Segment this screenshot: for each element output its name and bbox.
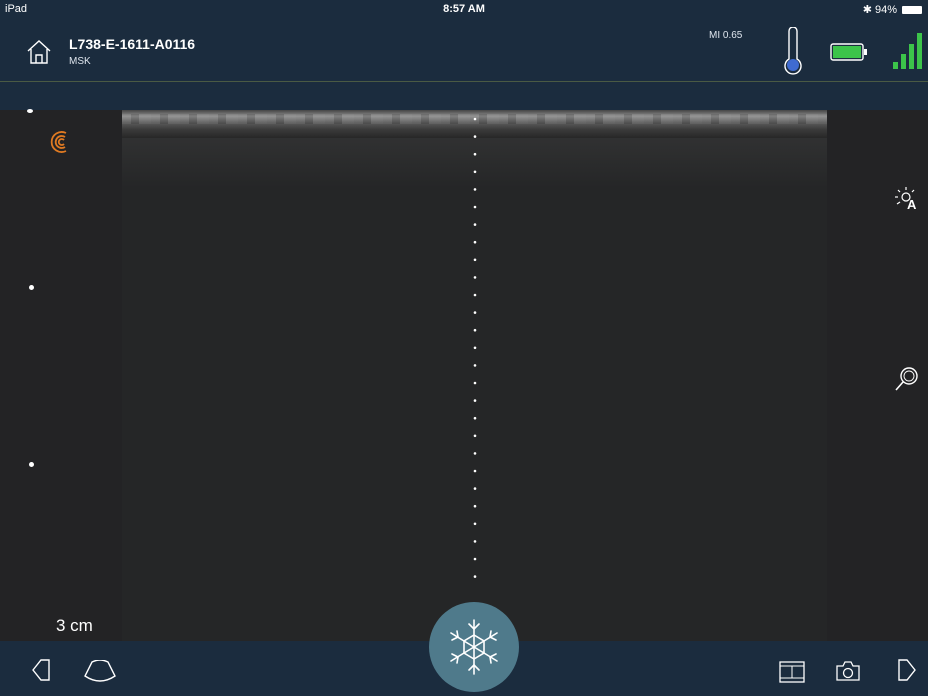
status-battery-percent: 94% — [874, 3, 897, 16]
center-guide-dot — [473, 170, 477, 174]
status-bar: iPad 8:57 AM ✱ 94% — [0, 0, 928, 20]
svg-text:A: A — [907, 197, 917, 212]
left-margin — [0, 110, 122, 641]
center-guide-dot — [473, 452, 477, 455]
battery-icon — [830, 43, 867, 61]
center-guide-dot — [473, 240, 477, 244]
status-time: 8:57 AM — [443, 3, 485, 15]
auto-gain-icon[interactable]: A — [893, 186, 923, 212]
preset-label[interactable]: MSK — [69, 56, 91, 67]
center-guide-dot — [473, 258, 477, 262]
center-guide-dot — [473, 223, 477, 226]
forward-arrow-icon[interactable] — [897, 658, 917, 682]
header: L738-E-1611-A0116 MSK MI 0.65 — [0, 20, 928, 82]
camera-icon[interactable] — [835, 659, 861, 683]
probe-id: L738-E-1611-A0116 — [69, 36, 196, 52]
cine-film-icon[interactable] — [779, 661, 805, 683]
depth-marker — [27, 109, 33, 113]
center-guide-dot — [473, 188, 477, 191]
status-battery-icon — [902, 5, 922, 14]
center-guide-dot — [473, 117, 477, 121]
center-guide-dot — [473, 346, 477, 350]
center-guide-dot — [473, 575, 477, 578]
center-guide-dot — [473, 540, 477, 543]
center-guide-dot — [473, 381, 477, 385]
center-guide-dot — [473, 504, 477, 508]
orientation-marker-icon — [50, 131, 67, 153]
freeze-button[interactable] — [429, 602, 519, 692]
center-guide-dot — [473, 293, 477, 297]
sub-bar — [0, 83, 928, 110]
center-guide-dot — [473, 487, 477, 490]
center-guide-dot — [473, 152, 477, 156]
center-guide-dot — [473, 364, 477, 367]
depth-label: 3 cm — [56, 616, 93, 635]
center-guide-dot — [473, 399, 477, 402]
depth-marker — [29, 285, 34, 290]
center-guide-dot — [473, 557, 477, 561]
center-guide-dot — [473, 205, 477, 209]
thermometer-icon — [784, 27, 802, 75]
center-guide-dot — [473, 328, 477, 332]
ultrasound-viewport[interactable] — [0, 110, 928, 641]
center-guide-dot — [473, 135, 477, 138]
center-guide-dot — [473, 434, 477, 438]
snowflake-icon — [450, 619, 498, 675]
depth-marker — [29, 462, 34, 467]
center-guide-dot — [473, 276, 477, 279]
center-guide-dot — [473, 522, 477, 526]
bluetooth-icon: ✱ — [862, 4, 872, 16]
center-guide-dot — [473, 416, 477, 420]
probe-shape-icon[interactable] — [84, 660, 116, 682]
home-icon[interactable] — [26, 39, 52, 65]
back-arrow-icon[interactable] — [31, 658, 51, 682]
center-guide-dot — [473, 311, 477, 314]
mi-value: MI 0.65 — [709, 30, 743, 41]
zoom-icon[interactable] — [894, 366, 920, 392]
center-guide-dot — [473, 469, 477, 473]
center-guide-line — [473, 117, 477, 578]
status-right: ✱ 94% — [863, 3, 922, 16]
signal-icon — [893, 33, 922, 69]
